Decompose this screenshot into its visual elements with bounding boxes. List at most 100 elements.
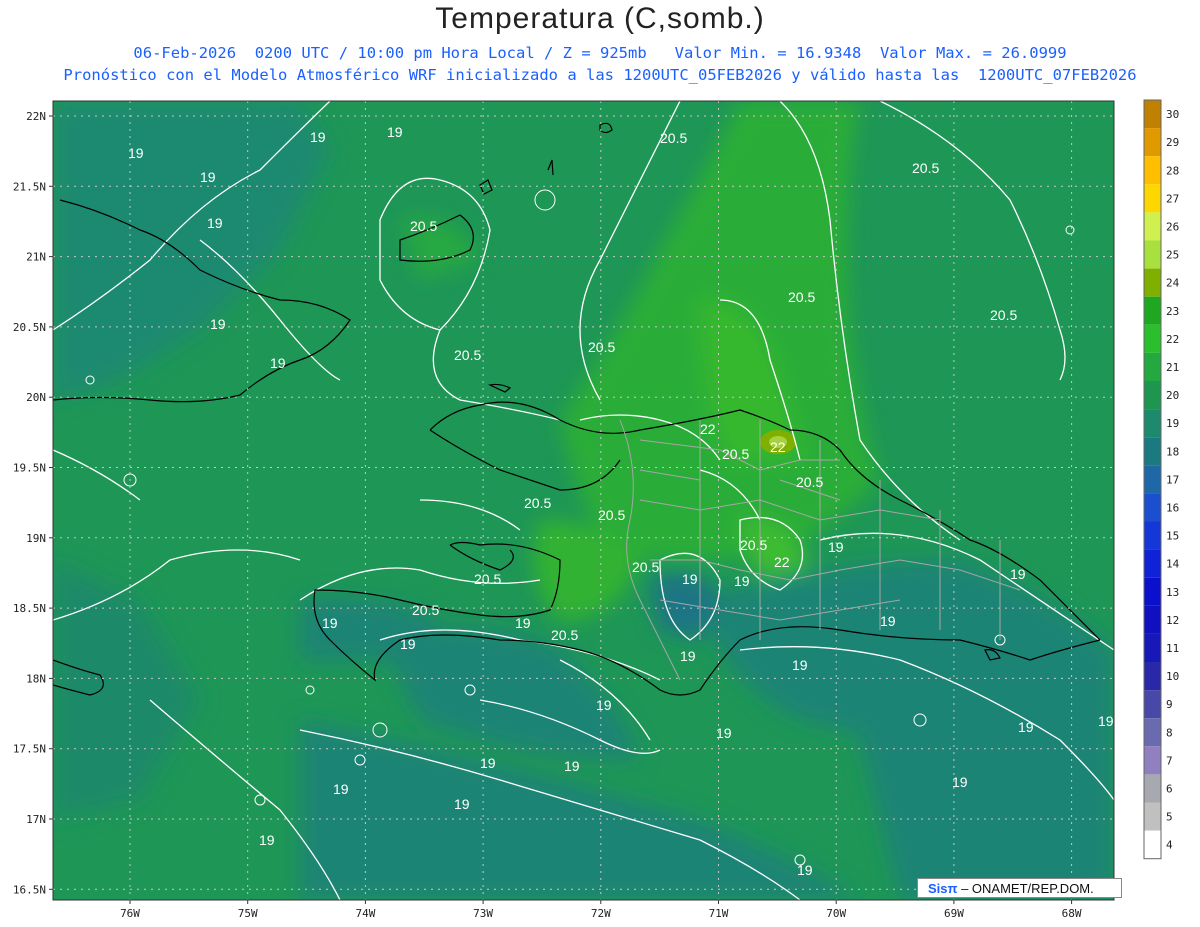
label-19: 19: [310, 129, 326, 145]
label-20.5: 20.5: [412, 602, 439, 618]
label-19: 19: [270, 355, 286, 371]
label-19: 19: [200, 169, 216, 185]
label-20.5: 20.5: [788, 289, 815, 305]
colorbar-swatch: [1144, 549, 1161, 578]
colorbar-swatch: [1144, 240, 1161, 269]
colorbar-swatch: [1144, 493, 1161, 522]
temperature-map: 19 19 19 19 19 19 19 20.5 20.5 20.5 20.5…: [13, 99, 1180, 920]
label-19: 19: [682, 571, 698, 587]
colorbar-level: 17: [1166, 473, 1179, 486]
lon-label: 68W: [1062, 907, 1082, 920]
lat-label: 16.5N: [13, 883, 46, 896]
colorbar-level: 27: [1166, 192, 1179, 205]
label-22: 22: [774, 554, 790, 570]
lat-label: 17.5N: [13, 743, 46, 756]
colorbar-swatch: [1144, 802, 1161, 831]
label-19: 19: [207, 215, 223, 231]
colorbar-level: 14: [1166, 558, 1180, 571]
label-20.5: 20.5: [474, 571, 501, 587]
lon-label: 75W: [238, 907, 258, 920]
label-19: 19: [880, 613, 896, 629]
label-22: 22: [770, 439, 786, 455]
colorbar-level: 30: [1166, 108, 1179, 121]
lon-label: 73W: [473, 907, 493, 920]
colorbar-swatch: [1144, 718, 1161, 747]
label-19: 19: [1098, 713, 1114, 729]
label-19: 19: [564, 758, 580, 774]
lat-label: 22N: [26, 110, 46, 123]
colorbar-swatch: [1144, 437, 1161, 466]
label-20.5: 20.5: [454, 347, 481, 363]
lat-label: 21N: [26, 251, 46, 264]
label-19: 19: [210, 316, 226, 332]
label-22: 22: [700, 421, 716, 437]
label-19: 19: [680, 648, 696, 664]
colorbar-swatch: [1144, 465, 1161, 494]
lat-label: 19N: [26, 532, 46, 545]
colorbar-level: 26: [1166, 221, 1179, 234]
colorbar-level: 22: [1166, 333, 1179, 346]
label-19: 19: [828, 539, 844, 555]
lat-label: 21.5N: [13, 180, 46, 193]
lat-label: 20N: [26, 391, 46, 404]
label-20.5: 20.5: [410, 218, 437, 234]
colorbar-level: 15: [1166, 530, 1179, 543]
colorbar-level: 6: [1166, 783, 1173, 796]
forecast-info-line: 06-Feb-2026 0200 UTC / 10:00 pm Hora Loc…: [133, 44, 1067, 62]
colorbar-level: 7: [1166, 754, 1173, 767]
colorbar-swatch: [1144, 212, 1161, 241]
longitude-labels: 76W 75W 74W 73W 72W 71W 70W 69W 68W: [120, 907, 1082, 920]
model-info-line: Pronóstico con el Modelo Atmosférico WRF…: [63, 66, 1137, 84]
label-19: 19: [400, 636, 416, 652]
colorbar-swatch: [1144, 633, 1161, 662]
colorbar-swatch: [1144, 830, 1161, 859]
colorbar-level: 19: [1166, 417, 1179, 430]
lon-label: 70W: [826, 907, 846, 920]
colorbar-swatch: [1144, 409, 1161, 438]
colorbar-level: 18: [1166, 445, 1179, 458]
colorbar-level: 8: [1166, 726, 1173, 739]
colorbar-swatch: [1144, 746, 1161, 775]
label-19: 19: [734, 573, 750, 589]
lon-label: 72W: [591, 907, 611, 920]
lon-label: 74W: [355, 907, 375, 920]
colorbar-swatch: [1144, 521, 1161, 550]
label-19: 19: [322, 615, 338, 631]
label-19: 19: [480, 755, 496, 771]
colorbar-level: 13: [1166, 586, 1179, 599]
label-19: 19: [792, 657, 808, 673]
credit-text: – ONAMET/REP.DOM.: [957, 881, 1094, 896]
colorbar-level: 10: [1166, 670, 1179, 683]
label-20.5: 20.5: [632, 559, 659, 575]
label-20.5: 20.5: [524, 495, 551, 511]
colorbar-level: 5: [1166, 811, 1173, 824]
label-20.5: 20.5: [796, 474, 823, 490]
colorbar-level: 25: [1166, 249, 1179, 262]
colorbar-level: 24: [1166, 277, 1180, 290]
label-20.5: 20.5: [990, 307, 1017, 323]
colorbar-swatch: [1144, 352, 1161, 381]
colorbar-swatch: [1144, 381, 1161, 410]
label-19: 19: [1018, 719, 1034, 735]
label-20.5: 20.5: [912, 160, 939, 176]
colorbar-level: 23: [1166, 305, 1179, 318]
label-19: 19: [387, 124, 403, 140]
label-20.5: 20.5: [588, 339, 615, 355]
colorbar-level: 20: [1166, 389, 1179, 402]
colorbar-swatch: [1144, 156, 1161, 185]
colorbar-swatch: [1144, 662, 1161, 691]
colorbar: [1143, 99, 1162, 860]
lon-label: 69W: [944, 907, 964, 920]
label-20.5: 20.5: [551, 627, 578, 643]
map-title: Temperatura (C,somb.): [435, 2, 765, 35]
lat-label: 18N: [26, 672, 46, 685]
label-19: 19: [515, 615, 531, 631]
colorbar-level: 16: [1166, 502, 1179, 515]
colorbar-swatch: [1144, 268, 1161, 297]
colorbar-level: 9: [1166, 698, 1173, 711]
credit-box: Sisπ – ONAMET/REP.DOM.: [917, 878, 1122, 898]
colorbar-swatch: [1144, 690, 1161, 719]
colorbar-swatch: [1144, 184, 1161, 213]
label-19: 19: [333, 781, 349, 797]
colorbar-level: 12: [1166, 614, 1179, 627]
